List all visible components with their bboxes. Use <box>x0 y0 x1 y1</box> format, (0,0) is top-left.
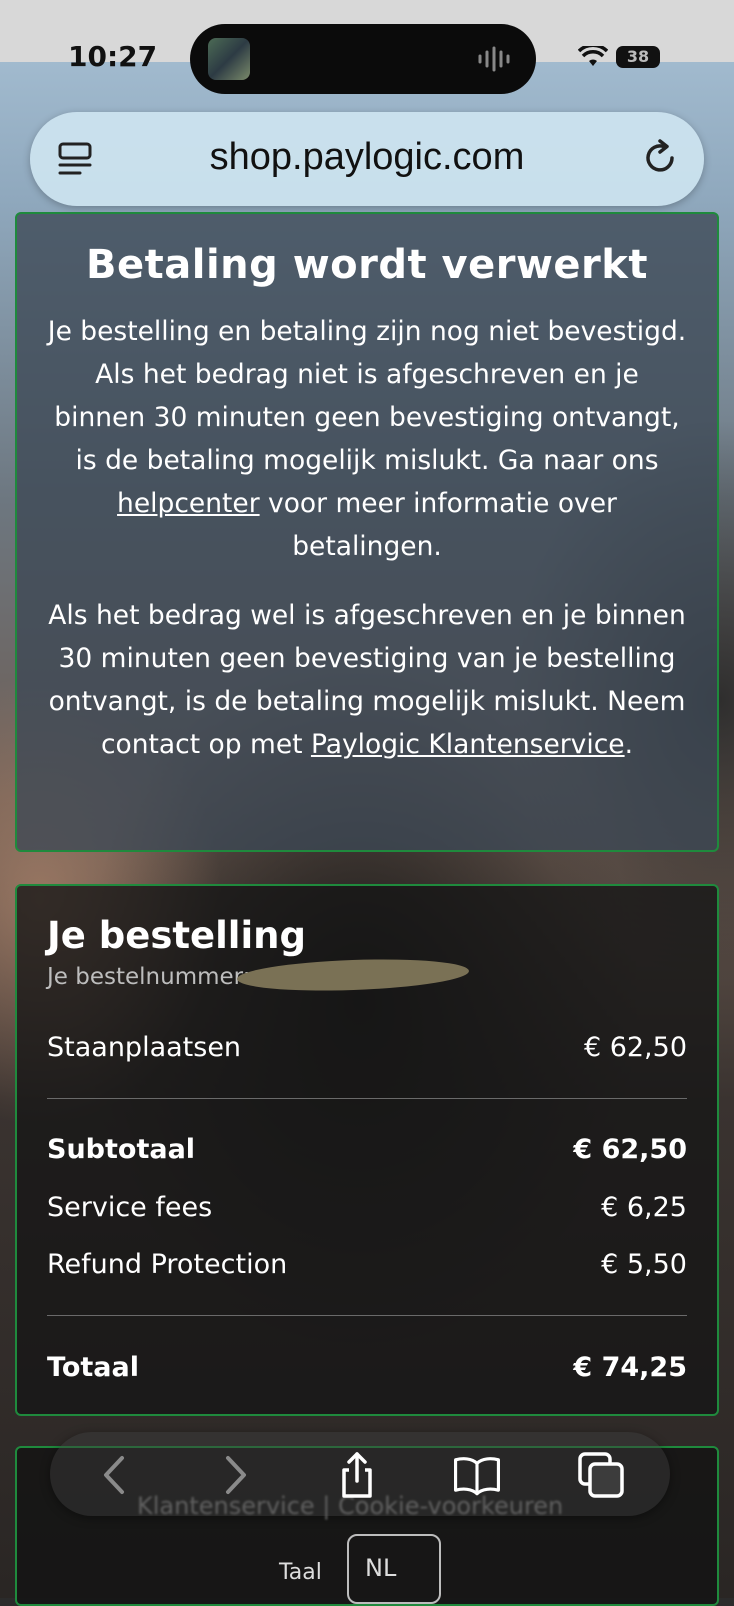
subtotal-value: € 62,50 <box>573 1134 687 1165</box>
order-number-label: Je bestelnummer: <box>47 964 251 990</box>
order-summary-card: Je bestelling Je bestelnummer: Staanplaa… <box>15 884 719 1416</box>
total-value: € 74,25 <box>573 1352 687 1383</box>
dynamic-island <box>190 24 536 94</box>
chevron-left-icon[interactable] <box>90 1450 140 1500</box>
wifi-icon <box>578 46 608 66</box>
contact-message: Als het bedrag wel is afgeschreven en je… <box>47 594 687 766</box>
total-label: Totaal <box>47 1352 139 1383</box>
now-playing-artwork <box>208 38 250 80</box>
reload-icon[interactable] <box>638 136 682 180</box>
book-icon[interactable] <box>452 1450 502 1500</box>
divider <box>47 1098 687 1099</box>
item-price: € 62,50 <box>583 1032 687 1063</box>
fee-value: € 6,25 <box>601 1192 687 1223</box>
status-bar: 10:27 38 <box>0 0 734 94</box>
fee-value: € 5,50 <box>601 1249 687 1280</box>
browser-toolbar <box>50 1432 670 1516</box>
payment-processing-card: Betaling wordt verwerkt Je bestelling en… <box>15 212 719 852</box>
page-title: Betaling wordt verwerkt <box>86 242 648 288</box>
message-text: . <box>624 729 634 760</box>
customer-service-link[interactable]: Paylogic Klantenservice <box>311 729 625 760</box>
helpcenter-link[interactable]: helpcenter <box>117 488 260 519</box>
status-time: 10:27 <box>68 40 158 73</box>
redaction-mark <box>236 955 470 995</box>
chevron-right-icon[interactable] <box>210 1450 260 1500</box>
battery-icon: 38 <box>616 46 660 68</box>
divider <box>47 1315 687 1316</box>
order-title: Je bestelling <box>47 914 306 957</box>
language-select[interactable]: NL <box>347 1534 441 1604</box>
message-text: voor meer informatie over betalingen. <box>259 488 617 562</box>
message-text: Je bestelling en betaling zijn nog niet … <box>47 316 687 476</box>
share-icon[interactable] <box>332 1450 382 1500</box>
url-text[interactable]: shop.paylogic.com <box>30 136 704 179</box>
tabs-overview-icon[interactable] <box>576 1450 626 1500</box>
audio-wave-icon <box>478 46 510 72</box>
address-bar[interactable]: shop.paylogic.com <box>30 112 704 206</box>
processing-message: Je bestelling en betaling zijn nog niet … <box>47 310 687 568</box>
subtotal-label: Subtotaal <box>47 1134 196 1165</box>
status-icons: 38 <box>578 42 664 72</box>
language-label: Taal <box>279 1560 322 1585</box>
item-label: Staanplaatsen <box>47 1032 242 1063</box>
fee-label: Refund Protection <box>47 1249 288 1280</box>
fee-label: Service fees <box>47 1192 213 1223</box>
